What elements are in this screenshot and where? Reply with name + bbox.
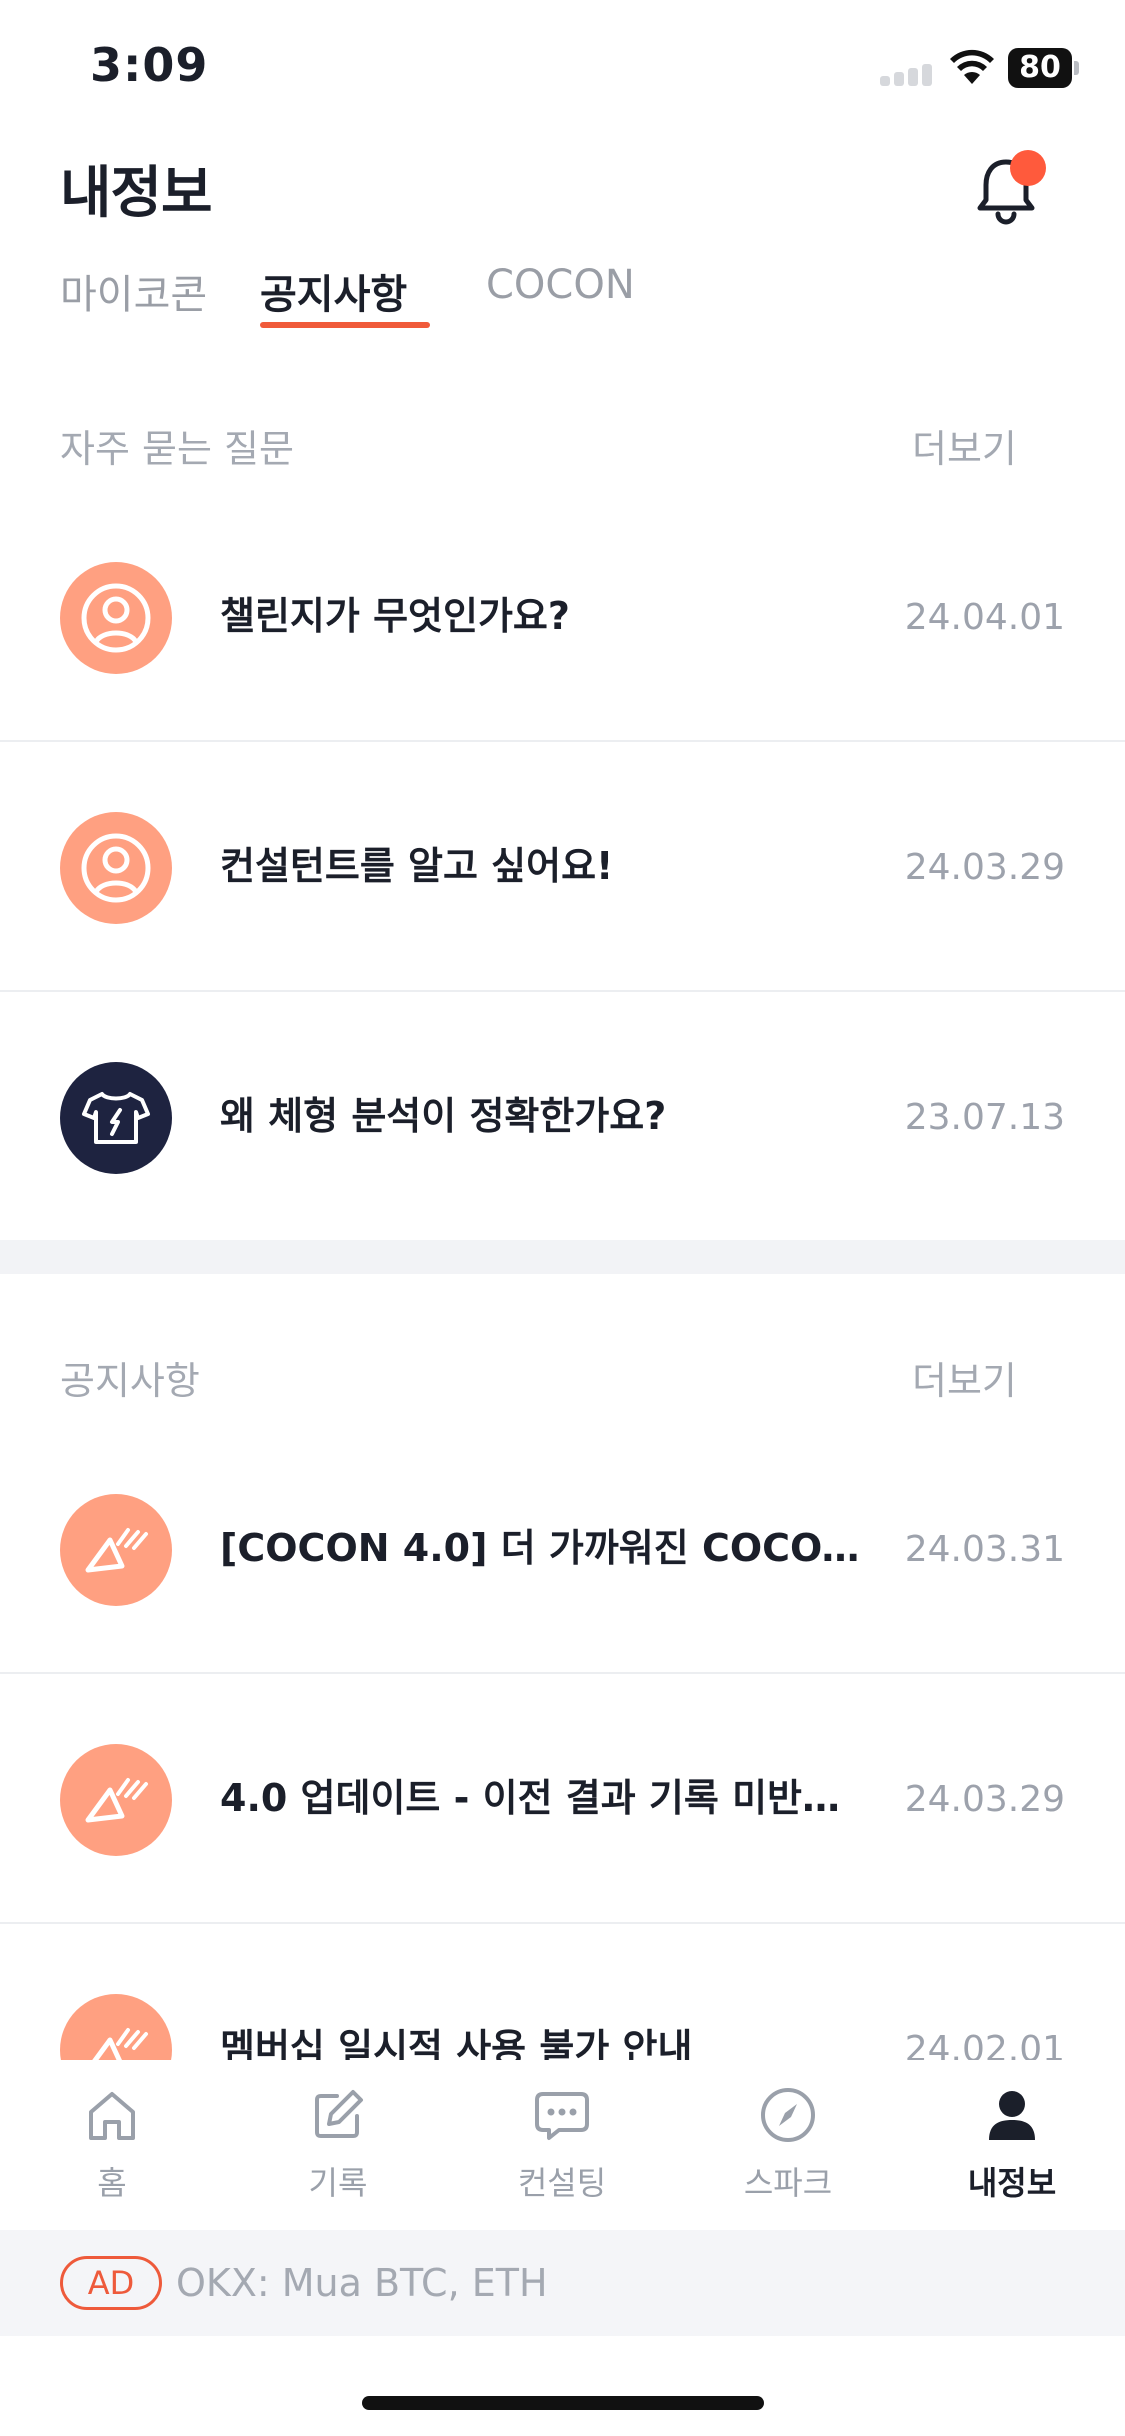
nav-item-home[interactable]: 홈 bbox=[32, 2084, 192, 2214]
notices-more-link[interactable]: 더보기 bbox=[912, 1350, 1017, 1405]
tab-cocon[interactable]: COCON bbox=[486, 262, 635, 308]
faq-list-item[interactable]: 컨설턴트를 알고 싶어요! 24.03.29 bbox=[0, 744, 1125, 992]
notice-item-date: 24.03.31 bbox=[904, 1529, 1065, 1570]
shirt-icon bbox=[60, 1062, 172, 1174]
compass-icon bbox=[761, 2088, 815, 2142]
tab-my-cocon[interactable]: 마이코콘 bbox=[60, 262, 207, 320]
faq-more-link[interactable]: 더보기 bbox=[912, 418, 1017, 473]
faq-list-item[interactable]: 챌린지가 무엇인가요? 24.04.01 bbox=[0, 494, 1125, 742]
nav-label: 컨설팅 bbox=[517, 2164, 607, 2202]
cocon-logo-icon bbox=[60, 1494, 172, 1606]
faq-item-date: 24.04.01 bbox=[904, 597, 1065, 638]
status-bar: 3:09 80 bbox=[0, 0, 1125, 140]
profile-icon bbox=[989, 2091, 1035, 2140]
nav-item-spark[interactable]: 스파크 bbox=[708, 2084, 868, 2214]
faq-item-title: 컨설턴트를 알고 싶어요! bbox=[220, 844, 614, 888]
faq-item-title: 왜 체형 분석이 정확한가요? bbox=[220, 1094, 667, 1138]
battery-level: 80 bbox=[1019, 50, 1061, 85]
faq-item-title: 챌린지가 무엇인가요? bbox=[220, 594, 570, 638]
faq-list-item[interactable]: 왜 체형 분석이 정확한가요? 23.07.13 bbox=[0, 994, 1125, 1242]
chat-icon bbox=[535, 2092, 589, 2140]
wifi-icon bbox=[950, 49, 994, 84]
my-info-screen: 3:09 80 내정보 마이코콘 공지사항 COCON 자주 묻는 질문 더보기… bbox=[0, 0, 1125, 2436]
nav-item-consulting[interactable]: 컨설팅 bbox=[482, 2084, 642, 2214]
faq-item-date: 24.03.29 bbox=[904, 847, 1065, 888]
notification-badge bbox=[1010, 150, 1046, 186]
ad-banner[interactable]: AD OKX: Mua BTC, ETH bbox=[0, 2230, 1125, 2336]
notice-list-item[interactable]: [COCON 4.0] 더 가까워진 COCO... 24.03.31 bbox=[0, 1426, 1125, 1674]
section-divider bbox=[0, 1240, 1125, 1274]
ad-badge: AD bbox=[60, 2256, 162, 2310]
tab-notices[interactable]: 공지사항 bbox=[260, 262, 407, 320]
person-icon bbox=[60, 812, 172, 924]
nav-label: 내정보 bbox=[967, 2164, 1057, 2202]
nav-item-my-info[interactable]: 내정보 bbox=[932, 2084, 1092, 2214]
faq-section-label: 자주 묻는 질문 bbox=[60, 427, 294, 471]
notice-item-title: [COCON 4.0] 더 가까워진 COCO... bbox=[220, 1526, 860, 1570]
notice-list-item[interactable]: 4.0 업데이트 - 이전 결과 기록 미반… 24.03.29 bbox=[0, 1676, 1125, 1924]
active-tab-indicator bbox=[260, 322, 430, 328]
cocon-logo-icon bbox=[60, 1744, 172, 1856]
home-indicator bbox=[362, 2396, 764, 2410]
ad-text: OKX: Mua BTC, ETH bbox=[176, 2261, 548, 2305]
nav-label: 홈 bbox=[97, 2164, 127, 2202]
page-title: 내정보 bbox=[60, 161, 213, 226]
nav-label: 스파크 bbox=[743, 2164, 833, 2202]
person-icon bbox=[60, 562, 172, 674]
edit-icon bbox=[315, 2090, 363, 2138]
nav-label: 기록 bbox=[308, 2164, 368, 2202]
home-icon bbox=[89, 2092, 135, 2140]
battery-icon: 80 bbox=[1008, 48, 1080, 88]
notice-item-date: 24.03.29 bbox=[904, 1779, 1065, 1820]
status-time: 3:09 bbox=[90, 38, 209, 92]
notice-item-title: 4.0 업데이트 - 이전 결과 기록 미반… bbox=[220, 1776, 840, 1820]
faq-item-date: 23.07.13 bbox=[904, 1097, 1065, 1138]
signal-icon bbox=[880, 62, 936, 86]
notices-section-label: 공지사항 bbox=[60, 1359, 200, 1403]
bottom-nav: 홈 기록 컨설팅 스파크 내정보 bbox=[0, 2060, 1125, 2230]
nav-item-record[interactable]: 기록 bbox=[258, 2084, 418, 2214]
